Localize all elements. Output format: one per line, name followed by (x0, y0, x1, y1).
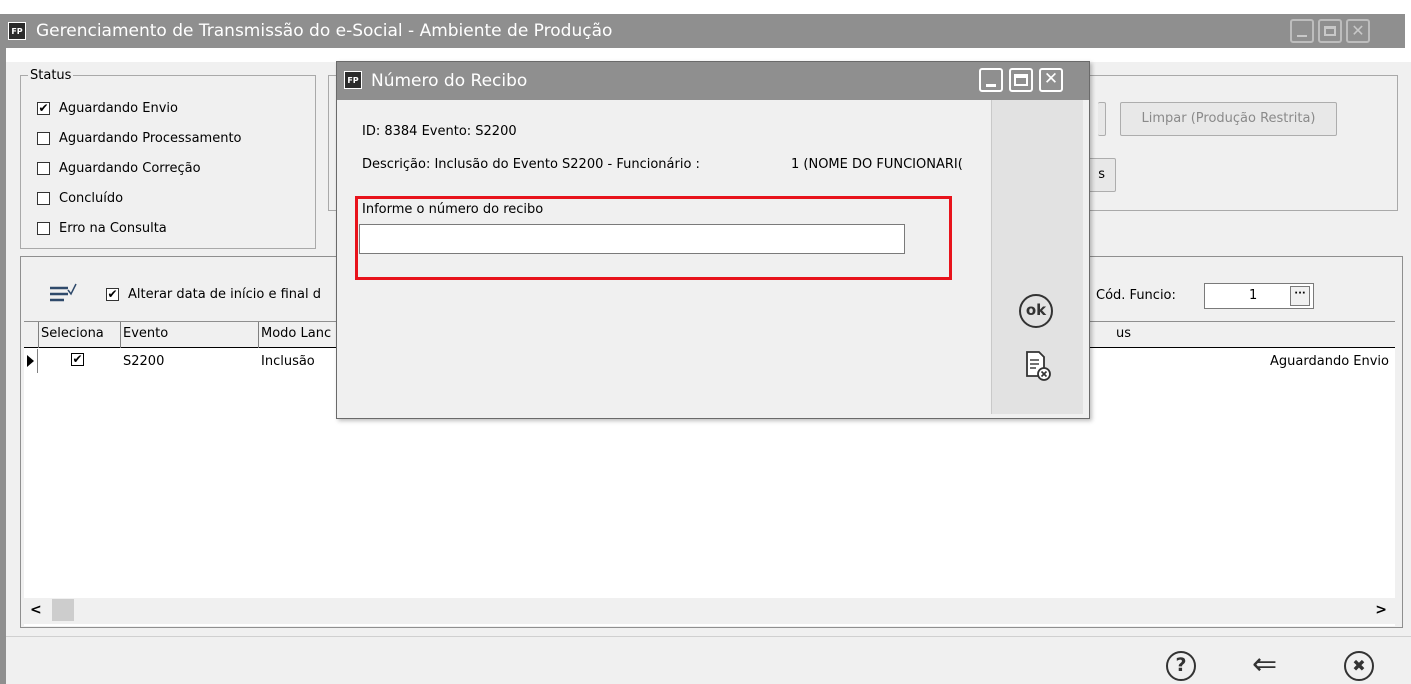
status-aguardando-envio[interactable]: ✔ Aguardando Envio (37, 98, 178, 118)
minimize-button[interactable] (1290, 19, 1314, 43)
help-button[interactable]: ? (1166, 651, 1196, 681)
status-label: Aguardando Correção (59, 160, 201, 176)
status-label: Aguardando Envio (59, 100, 178, 116)
dialog-title-bar: FP Número do Recibo ✕ (337, 62, 1089, 100)
cell-status: Aguardando Envio (1270, 354, 1389, 369)
status-label: Aguardando Processamento (59, 130, 242, 146)
help-icon: ? (1175, 654, 1187, 676)
window-title: Gerenciamento de Transmissão do e-Social… (36, 21, 613, 41)
column-separator (38, 322, 39, 348)
scroll-left-icon[interactable]: < (30, 602, 42, 618)
status-aguardando-correcao[interactable]: Aguardando Correção (37, 158, 201, 178)
maximize-icon (1324, 26, 1336, 36)
limpar-producao-restrita-button[interactable]: Limpar (Produção Restrita) (1120, 102, 1337, 136)
lookup-button[interactable]: ··· (1290, 286, 1310, 306)
alterar-data-option[interactable]: ✔ Alterar data de início e final d (106, 284, 321, 304)
current-row-icon (27, 355, 34, 367)
actions-group: Limpar (Produção Restrita) s (1088, 75, 1398, 211)
checkbox[interactable] (37, 161, 50, 175)
close-icon: ✕ (1043, 69, 1059, 89)
cod-funcio-value: 1 (1249, 288, 1258, 303)
bottom-toolbar: ? ⇐ ✖ (6, 636, 1411, 684)
main-window: FP Gerenciamento de Transmissão do e-Soc… (0, 0, 1411, 684)
dialog-descricao-line: Descrição: Inclusão do Evento S2200 - Fu… (362, 157, 700, 172)
close-circle-icon: ✖ (1352, 656, 1366, 675)
row-select-checkbox[interactable]: ✔ (71, 353, 84, 366)
document-cancel-icon (1026, 351, 1051, 381)
column-header-seleciona[interactable]: Seleciona (41, 326, 104, 341)
scroll-thumb[interactable] (52, 599, 74, 621)
cod-funcio-field[interactable]: 1 ··· (1204, 283, 1314, 309)
select-all-button[interactable] (44, 276, 78, 306)
maximize-button[interactable] (1318, 19, 1342, 43)
hidden-button[interactable] (1098, 102, 1106, 136)
cell-modo: Inclusão (261, 354, 315, 369)
horizontal-scrollbar[interactable]: < > (24, 598, 1395, 624)
select-list-icon (50, 283, 77, 302)
cancel-document-button[interactable] (1024, 350, 1052, 382)
dialog-title: Número do Recibo (371, 71, 528, 91)
column-header-evento[interactable]: Evento (123, 326, 168, 341)
status-group-title: Status (28, 68, 74, 83)
column-header-modo-lancamento[interactable]: Modo Lanc (261, 326, 331, 341)
cell-evento: S2200 (123, 354, 165, 369)
column-header-status[interactable]: us (1116, 326, 1131, 341)
checkbox[interactable] (37, 191, 50, 205)
alterar-data-label: Alterar data de início e final d (128, 286, 322, 302)
scroll-right-icon[interactable]: > (1375, 602, 1387, 618)
title-bar-strip: FP Gerenciamento de Transmissão do e-Soc… (0, 14, 1405, 48)
dialog-body: ID: 8384 Evento: S2200 Descrição: Inclus… (343, 100, 1083, 414)
status-erro-na-consulta[interactable]: Erro na Consulta (37, 218, 167, 238)
recibo-input-label: Informe o número do recibo (362, 202, 544, 217)
close-button[interactable]: ✖ (1344, 651, 1374, 681)
close-window-button[interactable]: ✕ (1346, 19, 1370, 43)
back-button[interactable]: ⇐ (1252, 647, 1277, 682)
dialog-maximize-button[interactable] (1009, 68, 1033, 92)
dialog-close-button[interactable]: ✕ (1039, 68, 1063, 92)
dialog-funcionario: 1 (NOME DO FUNCIONÁRI( (791, 157, 963, 172)
close-icon: ✕ (1351, 21, 1365, 40)
column-separator (120, 322, 121, 348)
status-label: Concluído (59, 190, 124, 206)
cod-funcio-label: Cód. Funcio: (1096, 288, 1176, 303)
window-border-left (0, 48, 6, 684)
dialog-app-icon: FP (344, 71, 362, 89)
recibo-number-input[interactable] (359, 224, 905, 254)
minimize-icon (986, 84, 996, 87)
title-bar: FP Gerenciamento de Transmissão do e-Soc… (0, 0, 1411, 62)
status-aguardando-processamento[interactable]: Aguardando Processamento (37, 128, 242, 148)
checkbox[interactable] (37, 221, 50, 235)
dialog-side-panel: ok (991, 100, 1083, 414)
status-concluido[interactable]: Concluído (37, 188, 123, 208)
dialog-minimize-button[interactable] (979, 68, 1003, 92)
status-group: Status ✔ Aguardando Envio Aguardando Pro… (20, 68, 316, 249)
minimize-icon (1297, 35, 1307, 37)
numero-recibo-dialog: FP Número do Recibo ✕ ID: 8384 Evento: S… (336, 61, 1090, 419)
app-icon: FP (8, 22, 26, 40)
status-label: Erro na Consulta (59, 220, 167, 236)
column-separator (258, 322, 259, 348)
checkbox[interactable] (37, 131, 50, 145)
back-arrow-icon: ⇐ (1252, 647, 1278, 682)
maximize-icon (1014, 74, 1028, 86)
ok-icon: ok (1025, 301, 1047, 319)
partial-button[interactable]: s (1088, 158, 1116, 192)
row-indicator (24, 349, 38, 373)
ok-button[interactable]: ok (1019, 294, 1053, 328)
checkbox-checked[interactable]: ✔ (37, 101, 50, 115)
checkbox-checked[interactable]: ✔ (106, 287, 119, 301)
dialog-id-line: ID: 8384 Evento: S2200 (362, 124, 517, 139)
